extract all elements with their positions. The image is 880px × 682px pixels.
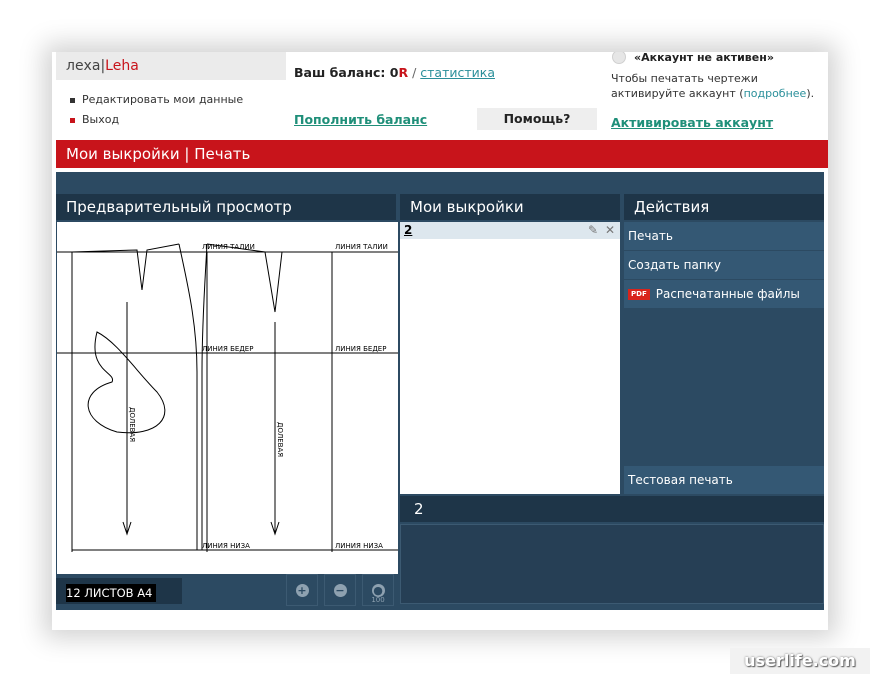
- balance-currency: R: [398, 65, 409, 80]
- patterns-panel-title: Мои выкройки: [400, 194, 620, 220]
- account-text-before: Чтобы печатать чертежи активируйте аккау…: [611, 72, 758, 100]
- zoom-reset-icon: ●: [371, 583, 385, 597]
- edit-profile-label: Редактировать мои данные: [82, 93, 244, 106]
- bullet-icon: [70, 117, 75, 123]
- user-name-primary: леха: [66, 58, 101, 74]
- zoom-in-icon: +: [295, 583, 309, 597]
- account-panel: «Аккаунт не активен» Чтобы печатать черт…: [608, 52, 828, 132]
- zoom-reset-label: 100: [371, 596, 385, 604]
- sheet-count: 12 ЛИСТОВ А4: [66, 584, 156, 602]
- account-status: «Аккаунт не активен»: [612, 52, 774, 64]
- grain-label-left: ДОЛЕВАЯ: [128, 407, 136, 442]
- app-window: леха|Leha Редактировать мои данные Выход…: [52, 52, 828, 630]
- hip-line-label-left: ЛИНИЯ БЕДЕР: [202, 345, 253, 353]
- hip-line-label-right: ЛИНИЯ БЕДЕР: [335, 345, 386, 353]
- balance-line: Ваш баланс: 0R / статистика: [294, 65, 495, 80]
- list-item[interactable]: 2 ✎ ✕: [400, 222, 620, 239]
- user-name-alt: Leha: [105, 58, 139, 74]
- create-folder-label: Создать папку: [628, 258, 722, 272]
- statistics-link[interactable]: статистика: [420, 65, 495, 80]
- activate-account-link[interactable]: Активировать аккаунт: [611, 115, 773, 130]
- page-title: Мои выкройки | Печать: [56, 140, 828, 168]
- bullet-icon: [70, 97, 75, 103]
- zoom-out-icon: −: [333, 583, 347, 597]
- printed-files-button[interactable]: PDF Распечатанные файлы: [624, 280, 824, 308]
- actions-panel-title: Действия: [624, 194, 824, 220]
- balance-label: Ваш баланс:: [294, 65, 390, 80]
- close-icon[interactable]: ✕: [603, 223, 617, 237]
- watermark-logo: userlife.com: [730, 648, 870, 674]
- preview-canvas[interactable]: ЛИНИЯ ТАЛИИ ЛИНИЯ ТАЛИИ ЛИНИЯ БЕДЕР ЛИНИ…: [57, 222, 398, 574]
- help-button[interactable]: Помощь?: [477, 108, 597, 130]
- logout-link[interactable]: Выход: [70, 110, 243, 130]
- zoom-reset-button[interactable]: ● 100: [362, 574, 394, 606]
- zoom-in-button[interactable]: +: [286, 574, 318, 606]
- detail-panel-title: 2: [400, 496, 824, 522]
- balance-amount: 0R: [390, 65, 408, 80]
- print-label: Печать: [628, 229, 673, 243]
- status-dot-icon: [612, 52, 626, 64]
- create-folder-button[interactable]: Создать папку: [624, 251, 824, 279]
- waist-line-label-right: ЛИНИЯ ТАЛИИ: [335, 243, 388, 251]
- grain-label-right: ДОЛЕВАЯ: [276, 422, 284, 457]
- preview-panel-title: Предварительный просмотр: [56, 194, 396, 220]
- user-name: леха|Leha: [56, 52, 286, 80]
- account-status-text: «Аккаунт не активен»: [634, 52, 774, 64]
- edit-profile-link[interactable]: Редактировать мои данные: [70, 90, 243, 110]
- logout-label: Выход: [82, 113, 120, 126]
- test-print-button[interactable]: Тестовая печать: [624, 466, 824, 494]
- pattern-name[interactable]: 2: [404, 222, 412, 239]
- balance-panel: Ваш баланс: 0R / статистика Пополнить ба…: [290, 52, 600, 132]
- waist-line-label-left: ЛИНИЯ ТАЛИИ: [202, 243, 255, 251]
- workspace: Предварительный просмотр Мои выкройки Де…: [56, 172, 824, 610]
- actions-panel: Печать Создать папку PDF Распечатанные ф…: [624, 222, 824, 494]
- pattern-drawing: ЛИНИЯ ТАЛИИ ЛИНИЯ ТАЛИИ ЛИНИЯ БЕДЕР ЛИНИ…: [57, 243, 398, 552]
- more-info-link[interactable]: подробнее: [744, 87, 807, 100]
- zoom-out-button[interactable]: −: [324, 574, 356, 606]
- account-description: Чтобы печатать чертежи активируйте аккау…: [611, 71, 826, 101]
- pdf-icon: PDF: [628, 288, 650, 300]
- balance-separator: /: [408, 65, 421, 80]
- printed-files-label: Распечатанные файлы: [655, 287, 800, 301]
- user-panel: леха|Leha Редактировать мои данные Выход: [56, 52, 286, 132]
- detail-panel-body: [400, 524, 824, 604]
- test-print-label: Тестовая печать: [628, 473, 733, 487]
- print-button[interactable]: Печать: [624, 222, 824, 250]
- user-menu: Редактировать мои данные Выход: [70, 90, 243, 130]
- topup-link[interactable]: Пополнить баланс: [294, 112, 427, 127]
- edit-pencil-icon[interactable]: ✎: [586, 223, 600, 237]
- hem-line-label-right: ЛИНИЯ НИЗА: [335, 542, 383, 550]
- account-text-after: ).: [806, 87, 815, 100]
- hem-line-label-left: ЛИНИЯ НИЗА: [202, 542, 250, 550]
- patterns-list: 2 ✎ ✕: [400, 222, 620, 494]
